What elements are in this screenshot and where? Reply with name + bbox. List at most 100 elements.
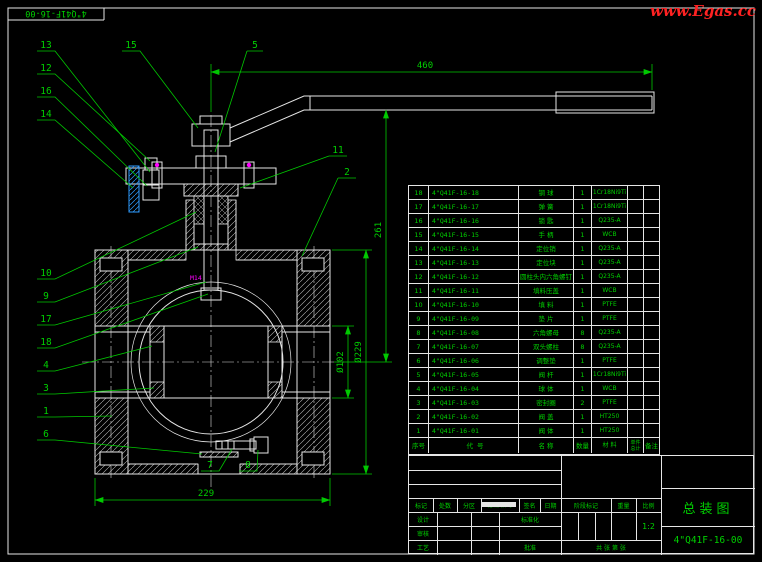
bom-cell-name: 阀 盖: [519, 410, 574, 423]
tb-label-process: 工艺: [409, 540, 437, 555]
bom-cell-w: [628, 354, 644, 367]
bom-cell-no: 8: [409, 326, 429, 339]
bom-cell-name: 阀 杆: [519, 368, 574, 381]
bom-cell-code: 4"Q41F-16-01: [429, 424, 519, 437]
bom-cell-name: 调整垫: [519, 354, 574, 367]
bom-cell-mat: PTFE: [592, 298, 628, 311]
bom-cell-w: [628, 382, 644, 395]
bom-cell-name: 垫 片: [519, 312, 574, 325]
bom-cell-code: 4"Q41F-16-10: [429, 298, 519, 311]
bom-cell-rem: [644, 200, 659, 213]
bom-row: 94"Q41F-16-09垫 片1PTFE: [409, 312, 659, 326]
bom-cell-no: 5: [409, 368, 429, 381]
bom-cell-mat: WCB: [592, 228, 628, 241]
stem-thread-label: M14: [190, 274, 202, 282]
bom-cell-no: 13: [409, 256, 429, 269]
bom-cell-code: 4"Q41F-16-07: [429, 340, 519, 353]
bom-cell-name: 球 体: [519, 382, 574, 395]
bom-cell-w: [628, 186, 644, 199]
tb-line: [595, 512, 596, 540]
bom-row: 154"Q41F-16-15手 柄1WCB: [409, 228, 659, 242]
bom-cell-code: 4"Q41F-16-12: [429, 270, 519, 283]
bom-header-name: 名 称: [519, 438, 574, 453]
bom-cell-qty: 1: [574, 242, 592, 255]
bom-header-code: 代 号: [429, 438, 519, 453]
callout-10: 10: [40, 268, 52, 279]
tb-label-count: 处数: [433, 498, 457, 512]
bom-cell-name: 定位销: [519, 242, 574, 255]
bom-cell-rem: [644, 312, 659, 325]
bom-cell-code: 4"Q41F-16-09: [429, 312, 519, 325]
bom-cell-mat: Q235-A: [592, 340, 628, 353]
callout-6: 6: [43, 429, 49, 440]
bom-cell-name: 双头螺柱: [519, 340, 574, 353]
bom-cell-rem: [644, 424, 659, 437]
title-block: 标记 处数 分区 更改文件号 签名 日期 设计 标准化 审核 工艺 批准 阶段标…: [408, 455, 754, 554]
bom-cell-w: [628, 298, 644, 311]
bom-cell-rem: [644, 298, 659, 311]
bom-cell-w: [628, 200, 644, 213]
bom-row: 54"Q41F-16-05阀 杆11Cr18Ni9Ti: [409, 368, 659, 382]
bom-cell-code: 4"Q41F-16-13: [429, 256, 519, 269]
bom-cell-mat: 1Cr18Ni9Ti: [592, 200, 628, 213]
bom-row: 174"Q41F-16-17弹 簧11Cr18Ni9Ti: [409, 200, 659, 214]
tb-line: [409, 484, 561, 485]
tb-label-date: 日期: [540, 498, 561, 512]
callout-2: 2: [344, 167, 350, 178]
bom-cell-name: 钢 球: [519, 186, 574, 199]
bom-cell-no: 4: [409, 382, 429, 395]
tb-line: [437, 512, 438, 555]
bom-cell-rem: [644, 396, 659, 409]
bom-cell-code: 4"Q41F-16-08: [429, 326, 519, 339]
bom-cell-no: 11: [409, 284, 429, 297]
bom-cell-name: 填料压盖: [519, 284, 574, 297]
callout-14: 14: [40, 109, 52, 120]
bom-cell-rem: [644, 242, 659, 255]
bom-cell-name: 定位块: [519, 256, 574, 269]
bom-cell-no: 18: [409, 186, 429, 199]
bom-cell-qty: 1: [574, 214, 592, 227]
callout-8: 8: [245, 460, 251, 471]
bom-cell-qty: 1: [574, 256, 592, 269]
bom-cell-w: [628, 396, 644, 409]
bom-cell-name: 弹 簧: [519, 200, 574, 213]
bom-cell-name: 六角螺母: [519, 326, 574, 339]
bom-cell-qty: 8: [574, 326, 592, 339]
bom-cell-rem: [644, 228, 659, 241]
bom-cell-w: [628, 326, 644, 339]
bom-cell-code: 4"Q41F-16-17: [429, 200, 519, 213]
bom-row: 74"Q41F-16-07双头螺柱8Q235-A: [409, 340, 659, 354]
bom-row: 184"Q41F-16-18钢 球11Cr18Ni9Ti: [409, 186, 659, 200]
bom-rows: 184"Q41F-16-18钢 球11Cr18Ni9Ti174"Q41F-16-…: [409, 186, 659, 438]
bom-cell-no: 3: [409, 396, 429, 409]
bom-cell-rem: [644, 410, 659, 423]
callout-12: 12: [40, 63, 51, 74]
tb-line: [409, 470, 561, 471]
bom-cell-qty: 1: [574, 382, 592, 395]
tb-label-mark: 标记: [409, 498, 433, 512]
bom-cell-mat: HT250: [592, 410, 628, 423]
bom-header-qty: 数量: [574, 438, 592, 453]
bom-row: 104"Q41F-16-10填 料1PTFE: [409, 298, 659, 312]
bom-cell-qty: 8: [574, 340, 592, 353]
tb-label-check: 审核: [409, 526, 437, 540]
bom-cell-mat: WCB: [592, 284, 628, 297]
callout-15: 15: [125, 40, 136, 51]
bom-header-material: 材 料: [592, 438, 628, 453]
callout-9: 9: [43, 291, 49, 302]
bom-cell-name: 密封圈: [519, 396, 574, 409]
bom-cell-rem: [644, 186, 659, 199]
bom-cell-name: 圆柱头内六角螺钉: [519, 270, 574, 283]
bom-cell-name: 手 柄: [519, 228, 574, 241]
bom-cell-code: 4"Q41F-16-03: [429, 396, 519, 409]
bom-cell-no: 9: [409, 312, 429, 325]
bom-header-remark: 备注: [644, 438, 659, 453]
bom-cell-qty: 1: [574, 228, 592, 241]
bom-cell-w: [628, 214, 644, 227]
bom-cell-w: [628, 410, 644, 423]
tb-label-stage: 阶段标记: [561, 498, 611, 512]
bom-header-weight: 单件 总计: [628, 438, 644, 453]
bom-cell-rem: [644, 368, 659, 381]
bom-cell-no: 6: [409, 354, 429, 367]
dim-bore: Ø102: [335, 351, 346, 373]
